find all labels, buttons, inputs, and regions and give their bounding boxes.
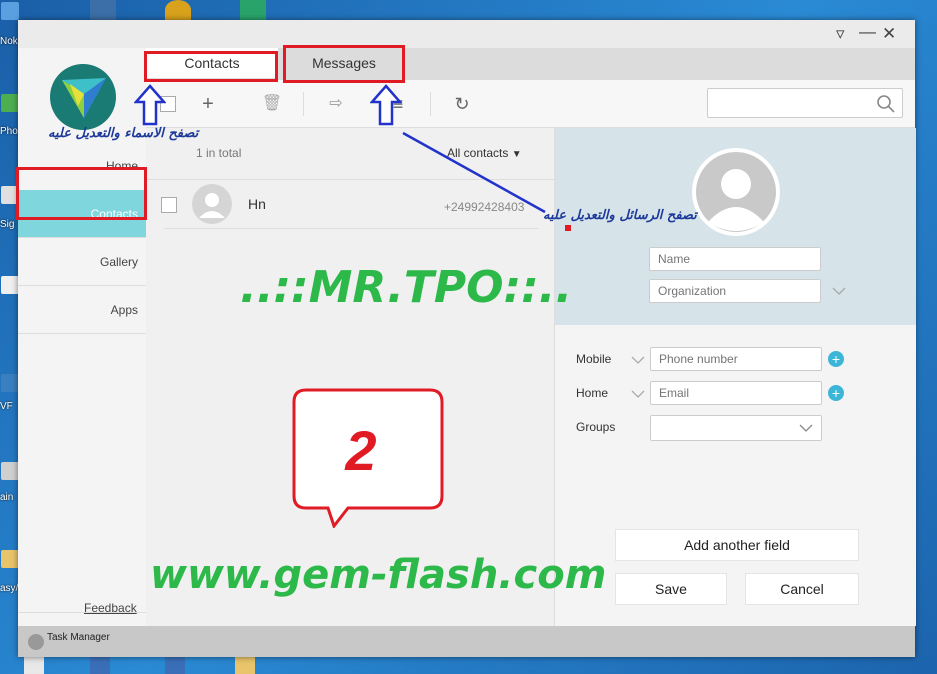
annotation-contacts: تصفح الاسماء والتعديل عليه [48, 126, 199, 141]
step-number: 2 [345, 419, 377, 482]
site-watermark: www.gem-flash.com [150, 552, 607, 598]
watermark-text: ..::MR.TPO::.. [240, 262, 573, 313]
annotation-messages: تصفح الرسائل والتعديل عليه [543, 208, 697, 223]
